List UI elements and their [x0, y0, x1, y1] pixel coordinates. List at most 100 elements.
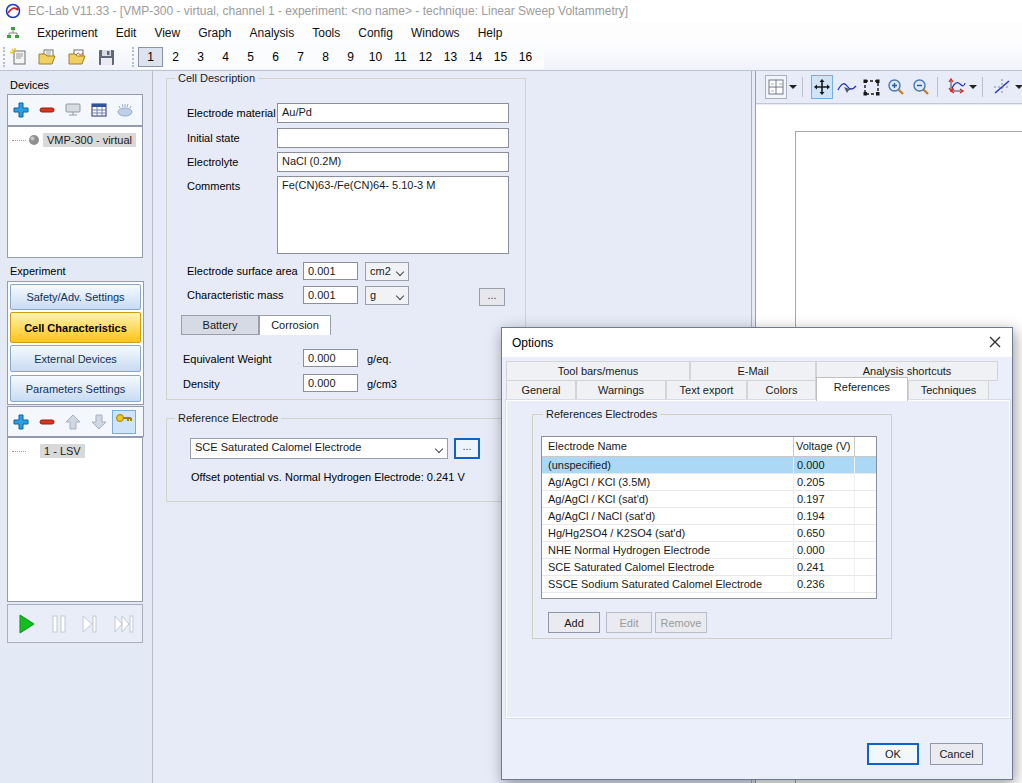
density-input[interactable]: 0.000: [303, 374, 358, 392]
channel-5[interactable]: 5: [238, 47, 263, 67]
open-graph-icon[interactable]: [68, 48, 88, 66]
menu-view[interactable]: View: [145, 23, 189, 43]
electrolyte-input[interactable]: NaCl (0.2M): [277, 152, 509, 172]
new-experiment-icon[interactable]: [10, 48, 28, 66]
slope-icon[interactable]: [993, 78, 1011, 96]
menu-graph[interactable]: Graph: [189, 23, 240, 43]
table-row[interactable]: Ag/AgCl / KCl (3.5M)0.205: [542, 474, 876, 491]
eq-weight-input[interactable]: 0.000: [303, 349, 358, 367]
channel-16[interactable]: 16: [513, 47, 538, 67]
menu-edit[interactable]: Edit: [107, 23, 146, 43]
channel-2[interactable]: 2: [163, 47, 188, 67]
surface-area-input[interactable]: 0.001: [303, 262, 358, 280]
channel-7[interactable]: 7: [288, 47, 313, 67]
tab-toolbars[interactable]: Tool bars/menus: [506, 361, 690, 381]
zoom-out-icon[interactable]: [912, 78, 930, 96]
toolbar-grip: [132, 47, 135, 67]
mass-more-button[interactable]: ...: [479, 288, 505, 306]
ok-button[interactable]: OK: [867, 743, 919, 765]
technique-name[interactable]: 1 - LSV: [40, 444, 85, 458]
channel-12[interactable]: 12: [413, 47, 438, 67]
mass-unit-select[interactable]: g: [365, 286, 409, 305]
layout-dropdown-icon[interactable]: [789, 85, 797, 89]
parameters-settings-button[interactable]: Parameters Settings: [10, 375, 141, 402]
channel-10[interactable]: 10: [363, 47, 388, 67]
tab-email[interactable]: E-Mail: [690, 361, 816, 381]
tab-text-export[interactable]: Text export: [666, 380, 747, 400]
channel-14[interactable]: 14: [463, 47, 488, 67]
zoom-in-icon[interactable]: [887, 78, 905, 96]
close-icon[interactable]: [988, 335, 1002, 349]
electrode-material-input[interactable]: Au/Pd: [277, 103, 509, 123]
cell-characteristics-button[interactable]: Cell Characteristics: [10, 312, 141, 343]
add-device-icon[interactable]: [13, 102, 29, 118]
col-electrode-name[interactable]: Electrode Name: [542, 437, 794, 456]
open-experiment-icon[interactable]: [38, 48, 58, 66]
channel-1[interactable]: 1: [138, 47, 163, 67]
channel-6[interactable]: 6: [263, 47, 288, 67]
reference-electrode-select[interactable]: SCE Saturated Calomel Electrode: [190, 438, 448, 459]
safety-settings-button[interactable]: Safety/Adv. Settings: [10, 284, 141, 310]
zoom-box-icon[interactable]: [863, 79, 880, 96]
table-row[interactable]: SCE Saturated Calomel Electrode0.241: [542, 559, 876, 576]
tab-techniques[interactable]: Techniques: [908, 380, 989, 400]
table-row[interactable]: Hg/Hg2SO4 / K2SO4 (sat'd)0.650: [542, 525, 876, 542]
comments-input[interactable]: Fe(CN)63-/Fe(CN)64- 5.10-3 M: [277, 176, 509, 254]
edit-button[interactable]: Edit: [606, 612, 652, 633]
channel-4[interactable]: 4: [213, 47, 238, 67]
menu-tools[interactable]: Tools: [303, 23, 349, 43]
channel-9[interactable]: 9: [338, 47, 363, 67]
remove-device-icon[interactable]: [39, 102, 55, 118]
channel-11[interactable]: 11: [388, 47, 413, 67]
channel-8[interactable]: 8: [313, 47, 338, 67]
menu-windows[interactable]: Windows: [402, 23, 469, 43]
channel-15[interactable]: 15: [488, 47, 513, 67]
remove-technique-icon[interactable]: [39, 414, 55, 430]
table-row[interactable]: NHE Normal Hydrogen Electrode0.000: [542, 542, 876, 559]
channel-13[interactable]: 13: [438, 47, 463, 67]
tab-corrosion[interactable]: Corrosion: [259, 315, 331, 335]
channel-selector: 1 2 3 4 5 6 7 8 9 10 11 12 13 14 15 16: [138, 45, 544, 69]
graph-layout-icon[interactable]: [768, 79, 784, 95]
experiment-buttons: Safety/Adv. Settings Cell Characteristic…: [7, 281, 144, 405]
tab-references[interactable]: References: [816, 377, 908, 401]
pan-icon[interactable]: [813, 78, 831, 96]
device-tree-item[interactable]: VMP-300 - virtual: [12, 133, 136, 147]
electrode-material-label: Electrode material: [187, 107, 276, 119]
menu-config[interactable]: Config: [349, 23, 402, 43]
save-icon[interactable]: [98, 49, 115, 66]
menu-experiment[interactable]: Experiment: [28, 23, 107, 43]
table-row[interactable]: (unspecified)0.000: [542, 457, 876, 474]
trace-pointer-icon[interactable]: [837, 78, 857, 96]
mass-input[interactable]: 0.001: [303, 286, 358, 304]
table-row[interactable]: Ag/AgCl / NaCl (sat'd)0.194: [542, 508, 876, 525]
tab-general[interactable]: General: [506, 380, 576, 400]
tab-warnings[interactable]: Warnings: [576, 380, 666, 400]
external-devices-button[interactable]: External Devices: [10, 345, 141, 372]
channel-grid-icon[interactable]: [91, 102, 107, 118]
col-voltage[interactable]: Voltage (V): [794, 437, 855, 456]
cancel-button[interactable]: Cancel: [930, 743, 983, 765]
add-technique-icon[interactable]: [13, 414, 29, 430]
device-name[interactable]: VMP-300 - virtual: [43, 133, 136, 147]
menu-analysis[interactable]: Analysis: [241, 23, 304, 43]
menu-help[interactable]: Help: [469, 23, 512, 43]
axes-dropdown-icon[interactable]: [969, 85, 977, 89]
channel-3[interactable]: 3: [188, 47, 213, 67]
electrodes-table: Electrode Name Voltage (V) (unspecified)…: [541, 436, 877, 599]
remove-button[interactable]: Remove: [655, 612, 707, 633]
slope-dropdown-icon[interactable]: [1015, 85, 1022, 89]
technique-tree-item[interactable]: 1 - LSV: [12, 444, 85, 458]
add-button[interactable]: Add: [548, 612, 600, 633]
axes-scale-icon[interactable]: [947, 78, 966, 96]
key-icon[interactable]: [115, 411, 133, 425]
table-row[interactable]: Ag/AgCl / KCl (sat'd)0.197: [542, 491, 876, 508]
reference-more-button[interactable]: ...: [454, 438, 480, 459]
surface-area-unit-select[interactable]: cm2: [365, 262, 409, 281]
initial-state-input[interactable]: [277, 128, 509, 148]
table-row[interactable]: SSCE Sodium Saturated Calomel Electrode0…: [542, 576, 876, 593]
plot-frame-top: [795, 131, 1022, 132]
tab-colors[interactable]: Colors: [747, 380, 816, 400]
tab-battery[interactable]: Battery: [181, 315, 259, 335]
play-icon[interactable]: [18, 614, 36, 634]
